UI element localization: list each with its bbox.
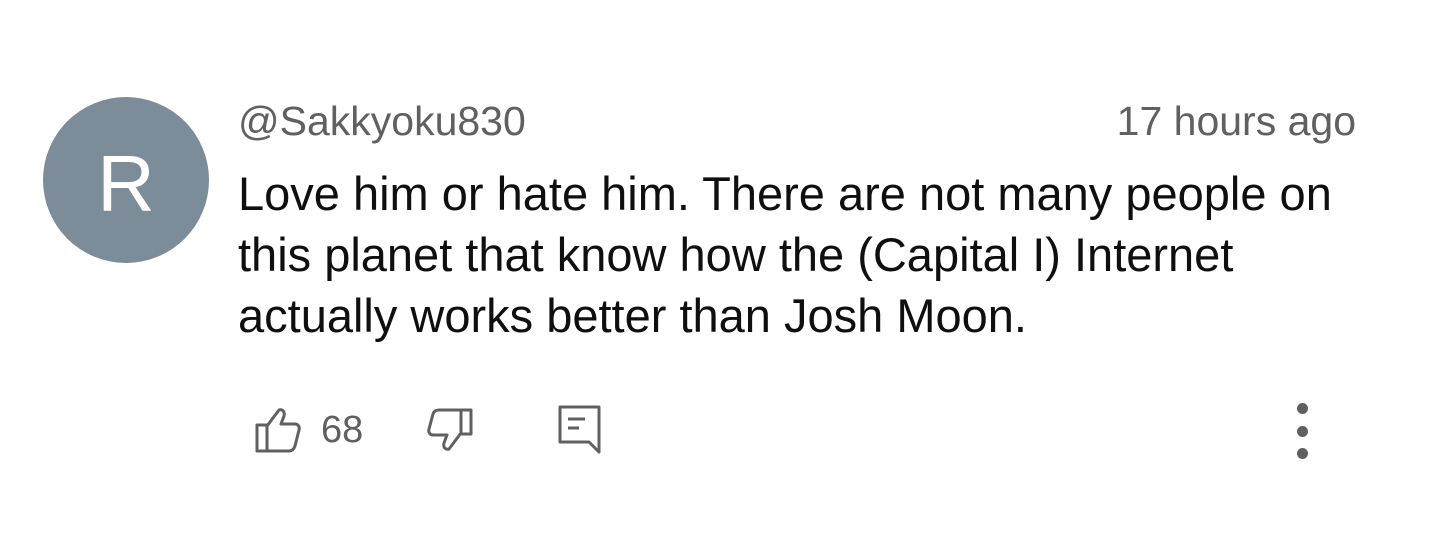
comment-author[interactable]: @Sakkyoku830: [238, 97, 526, 145]
dislike-button[interactable]: [424, 404, 476, 456]
like-button[interactable]: [252, 404, 304, 456]
comment-actions: 68: [0, 400, 1440, 460]
more-dot: [1296, 448, 1308, 459]
more-vertical-icon[interactable]: [1284, 400, 1320, 462]
comment-text: Love him or hate him. There are not many…: [238, 167, 1332, 342]
avatar-letter: R: [97, 139, 155, 228]
reply-button[interactable]: [555, 402, 605, 456]
comment-timestamp: 17 hours ago: [1116, 98, 1356, 144]
reply-comment-icon: [558, 405, 601, 454]
more-dot: [1296, 403, 1308, 414]
like-count: 68: [321, 409, 364, 451]
thumbs-up-icon: [255, 408, 301, 453]
thumbs-down-icon: [427, 408, 473, 451]
comment: R @Sakkyoku830 17 hours ago Love him or …: [0, 0, 1440, 535]
more-dot: [1296, 425, 1308, 437]
avatar[interactable]: R: [43, 97, 209, 263]
